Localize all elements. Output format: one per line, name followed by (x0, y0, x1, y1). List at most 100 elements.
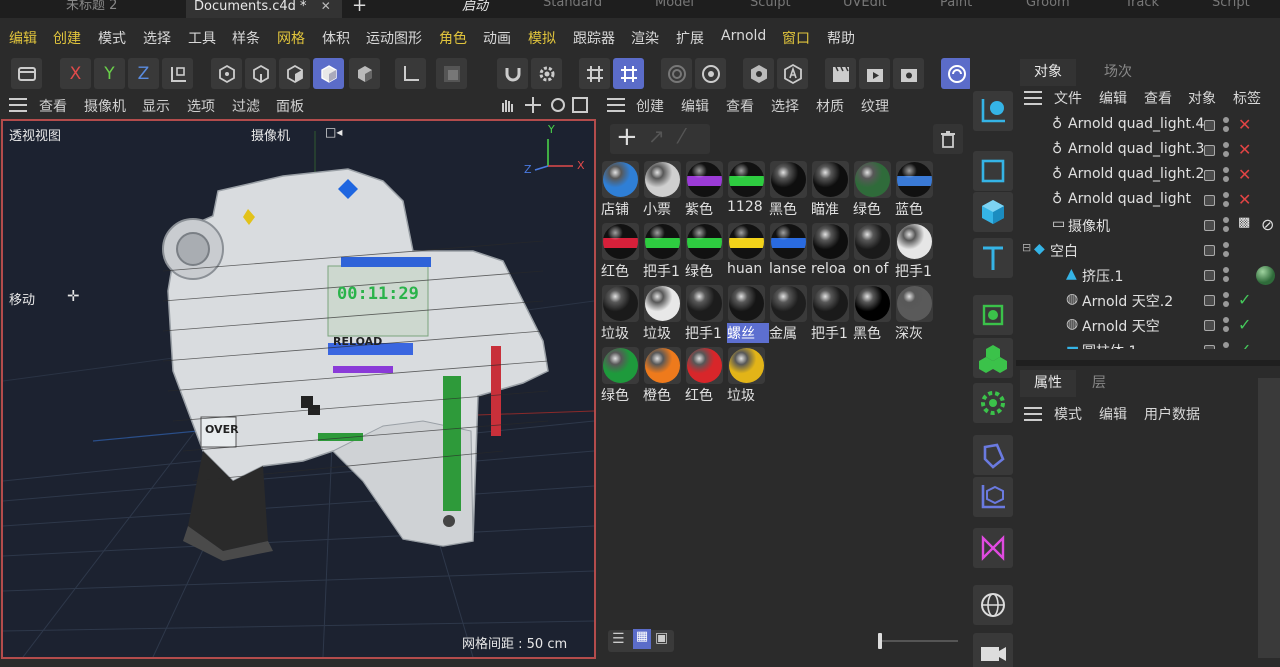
enabled-check-icon[interactable]: ✓ (1238, 315, 1251, 334)
object-row[interactable]: ▭ 摄像机 ▩ ⊘ (1016, 213, 1280, 238)
viewport-menu-filter[interactable]: 过滤 (232, 96, 260, 116)
material-swatch[interactable]: 1128 (726, 159, 768, 217)
material-menu-texture[interactable]: 纹理 (861, 96, 889, 116)
material-swatch[interactable]: 紫色 (684, 159, 726, 218)
viewport-camera-label[interactable]: 摄像机 (251, 125, 290, 144)
grid-snap-button[interactable] (579, 58, 610, 89)
render-settings-button[interactable] (695, 58, 726, 89)
material-swatch[interactable]: 红色 (684, 345, 726, 404)
enabled-check-icon[interactable]: ✓ (1238, 340, 1251, 349)
visibility-dots[interactable] (1223, 242, 1229, 258)
object-row[interactable]: ◍ Arnold 天空 ✓ (1016, 313, 1280, 338)
menu-mesh[interactable]: 网格 (277, 28, 305, 48)
object-menu-tags[interactable]: 标签 (1233, 88, 1261, 108)
layout-tab-script[interactable]: Script (1212, 0, 1250, 10)
layer-checkbox[interactable] (1204, 170, 1215, 181)
menu-mode[interactable]: 模式 (98, 28, 126, 48)
text-button[interactable] (973, 238, 1013, 278)
attribute-hamburger-icon[interactable] (1024, 407, 1042, 421)
add-tab-icon[interactable]: + (352, 0, 367, 16)
material-swatch[interactable]: 蓝色 (894, 159, 936, 218)
layout-tab-standard[interactable]: Standard (543, 0, 602, 10)
collapse-toggle-icon[interactable]: ⊟ (1022, 241, 1031, 254)
object-row[interactable]: ♁ Arnold quad_light ✕ (1016, 188, 1280, 213)
material-swatch[interactable]: 瞄准 (810, 159, 852, 218)
zoom-slider[interactable] (880, 640, 958, 642)
menu-mograph[interactable]: 运动图形 (366, 28, 422, 48)
material-swatch[interactable]: on of (852, 221, 894, 279)
viewport-menu-view[interactable]: 查看 (39, 96, 67, 116)
layer-checkbox[interactable] (1204, 195, 1215, 206)
tab-objects[interactable]: 对象 (1020, 59, 1076, 86)
object-menu-edit[interactable]: 编辑 (1099, 88, 1127, 108)
menu-animate[interactable]: 动画 (483, 28, 511, 48)
primitive-cube-button[interactable] (973, 192, 1013, 232)
material-swatch[interactable]: 小票 (642, 159, 684, 218)
material-swatch[interactable]: 绿色 (684, 221, 726, 280)
coordinate-system-button[interactable] (162, 58, 193, 89)
axis-y-button[interactable]: Y (94, 58, 125, 89)
material-swatch[interactable]: 把手1 (684, 283, 726, 342)
zoom-slider-handle[interactable] (878, 633, 882, 649)
disabled-x-icon[interactable]: ✕ (1238, 165, 1251, 184)
viewport-nav-icons[interactable] (500, 96, 590, 114)
menu-arnold[interactable]: Arnold (721, 28, 766, 44)
visibility-dots[interactable] (1223, 192, 1229, 208)
solo-button[interactable] (436, 58, 467, 89)
axis-x-button[interactable]: X (60, 58, 91, 89)
tab-untitled[interactable]: 未标题 2 (48, 0, 186, 18)
material-menu-create[interactable]: 创建 (636, 96, 664, 116)
workplane-snap-button[interactable] (613, 58, 644, 89)
edges-mode-button[interactable] (245, 58, 276, 89)
menu-spline[interactable]: 样条 (232, 28, 260, 48)
material-swatch[interactable]: 绿色 (600, 345, 642, 404)
menu-extensions[interactable]: 扩展 (676, 28, 704, 48)
layer-checkbox[interactable] (1204, 120, 1215, 131)
arnold-eye-button[interactable] (743, 58, 774, 89)
camera-tag-icon[interactable]: ▩ (1238, 215, 1250, 230)
magnet-button[interactable] (497, 58, 528, 89)
panel-separator[interactable] (1016, 360, 1280, 366)
material-swatch[interactable]: 螺丝 (726, 283, 769, 343)
enabled-check-icon[interactable]: ✓ (1238, 290, 1251, 309)
layer-checkbox[interactable] (1204, 270, 1215, 281)
layout-tab-groom[interactable]: Groom (1026, 0, 1070, 10)
large-view-icon[interactable]: ▣ (655, 630, 668, 646)
attribute-menu-mode[interactable]: 模式 (1054, 404, 1082, 424)
material-swatch[interactable]: 把手1 (810, 283, 852, 342)
material-swatch[interactable]: 店铺 (600, 159, 642, 218)
layer-checkbox[interactable] (1204, 345, 1215, 349)
tab-takes[interactable]: 场次 (1090, 59, 1146, 86)
material-swatch[interactable]: 橙色 (642, 345, 684, 404)
effector-button[interactable] (973, 383, 1013, 423)
close-tab-icon[interactable]: ✕ (321, 0, 331, 13)
material-swatch[interactable]: reloa (810, 221, 852, 279)
material-swatch[interactable]: lanse (768, 221, 810, 279)
material-swatch[interactable]: 红色 (600, 221, 642, 280)
subdivision-button[interactable] (973, 295, 1013, 335)
menu-window[interactable]: 窗口 (782, 28, 810, 48)
layer-checkbox[interactable] (1204, 320, 1215, 331)
grid-view-icon[interactable]: ▦ (633, 629, 651, 649)
viewport-menu-display[interactable]: 显示 (142, 96, 170, 116)
protection-tag-icon[interactable]: ⊘ (1261, 215, 1274, 234)
layout-tab-track[interactable]: Track (1125, 0, 1159, 10)
attribute-menu-edit[interactable]: 编辑 (1099, 404, 1127, 424)
material-tag-icon[interactable] (1256, 266, 1275, 285)
menu-tracker[interactable]: 跟踪器 (573, 28, 615, 48)
material-swatch[interactable]: 黑色 (852, 283, 894, 342)
visibility-dots[interactable] (1223, 292, 1229, 308)
object-row[interactable]: ▬圆柱体.1 ✓ (1016, 338, 1280, 349)
material-swatch[interactable]: 垃圾 (600, 283, 642, 342)
cloner-button[interactable] (973, 338, 1013, 378)
object-row[interactable]: ▲ 挤压.1 (1016, 263, 1280, 288)
layout-tab-paint[interactable]: Paint (940, 0, 972, 10)
menu-simulate[interactable]: 模拟 (528, 28, 556, 48)
render-settings-clapper-button[interactable] (893, 58, 924, 89)
material-hamburger-icon[interactable] (607, 98, 625, 112)
tab-attributes[interactable]: 属性 (1020, 370, 1076, 397)
apply-material-icon[interactable]: ↗ (648, 124, 665, 148)
object-menu-file[interactable]: 文件 (1054, 88, 1082, 108)
material-swatch[interactable]: 绿色 (852, 159, 894, 218)
disabled-x-icon[interactable]: ✕ (1238, 190, 1251, 209)
